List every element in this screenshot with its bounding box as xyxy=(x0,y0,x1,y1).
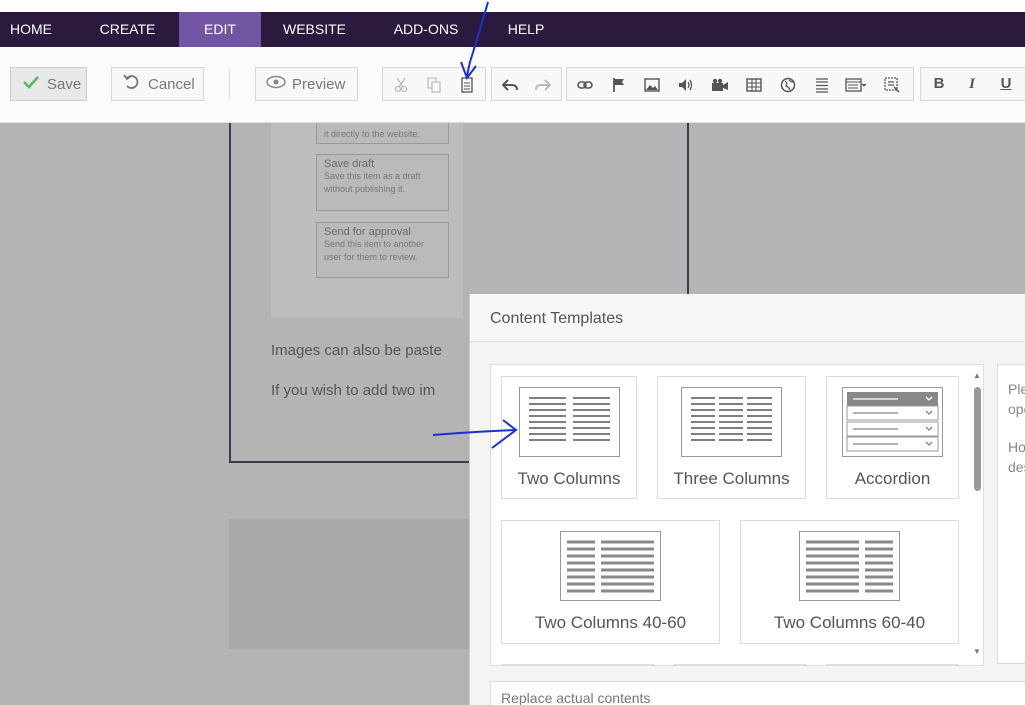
check-icon xyxy=(21,75,41,93)
tab-create[interactable]: CREATE xyxy=(76,12,179,47)
bold-button[interactable]: B xyxy=(924,68,954,100)
bg-card-send-approval: Send for approval Send this item to anot… xyxy=(316,222,449,278)
bg-card-desc: user for them to review. xyxy=(324,252,418,262)
tab-website[interactable]: WEBSITE xyxy=(261,12,368,47)
italic-button[interactable]: I xyxy=(957,68,987,100)
two-columns-60-40-thumbnail xyxy=(799,531,900,601)
desc-text: des xyxy=(1008,459,1025,475)
format-group: B I U xyxy=(920,67,1025,101)
accordion-thumbnail xyxy=(842,387,943,457)
template-list: Two Columns Three Columns Accordion Two … xyxy=(490,364,984,666)
main-nav: HOME CREATE EDIT WEBSITE ADD-ONS HELP xyxy=(0,12,1025,47)
history-group xyxy=(491,67,562,101)
tab-home[interactable]: HOME xyxy=(0,12,76,47)
bg-paragraph: If you wish to add two im xyxy=(271,382,436,399)
desc-text: Ho xyxy=(1008,439,1025,455)
cancel-label: Cancel xyxy=(148,75,195,93)
save-button[interactable]: Save xyxy=(10,67,87,101)
template-three-columns[interactable]: Three Columns xyxy=(657,376,806,499)
bg-card-title: Save draft xyxy=(324,158,375,170)
redo-arrow-icon[interactable] xyxy=(528,68,558,100)
globe-icon[interactable] xyxy=(773,68,803,100)
copy-icon[interactable] xyxy=(419,68,449,100)
template-label: Two Columns 60-40 xyxy=(773,613,926,632)
preview-button[interactable]: Preview xyxy=(255,67,358,101)
flag-icon[interactable] xyxy=(604,68,634,100)
desc-text: Ple xyxy=(1008,381,1025,397)
template-label: Accordion xyxy=(854,469,931,488)
embedded-screenshot xyxy=(271,123,463,318)
template-two-columns-40-60[interactable]: Two Columns 40-60 xyxy=(501,520,720,644)
bg-block xyxy=(229,519,489,649)
template-list-scrollbar[interactable]: ▲ ▼ xyxy=(971,365,983,665)
tab-add-ons[interactable]: ADD-ONS xyxy=(368,12,484,47)
bg-paragraph: Images can also be paste xyxy=(271,342,442,359)
preview-label: Preview xyxy=(292,75,346,93)
template-description-pane: Ple ope Ho des xyxy=(997,364,1025,664)
audio-icon[interactable] xyxy=(671,68,701,100)
two-columns-40-60-thumbnail xyxy=(560,531,661,601)
template-two-columns[interactable]: Two Columns xyxy=(501,376,637,499)
bg-card-desc: it directly to the website. xyxy=(324,129,421,139)
bg-card-desc: Send this item to another xyxy=(324,239,425,249)
toolbar-separator xyxy=(229,69,230,99)
bg-card-desc: without publishing it. xyxy=(324,184,406,194)
template-label: Two Columns 40-60 xyxy=(534,613,687,632)
insert-group xyxy=(566,67,914,101)
cut-icon[interactable] xyxy=(386,68,416,100)
replace-contents-label: Replace actual contents xyxy=(501,690,651,705)
bg-card-title: Send for approval xyxy=(324,226,411,238)
scrollbar-thumb[interactable] xyxy=(974,387,981,491)
undo-icon xyxy=(122,73,142,95)
link-icon[interactable] xyxy=(570,68,600,100)
scroll-down-icon[interactable]: ▼ xyxy=(973,647,981,656)
template-partial[interactable] xyxy=(501,664,655,665)
content-templates-dialog: Content Templates Two Columns Three Colu… xyxy=(469,294,1025,705)
template-partial[interactable] xyxy=(826,664,959,665)
desc-text: ope xyxy=(1008,401,1025,417)
undo-arrow-icon[interactable] xyxy=(495,68,525,100)
tab-help[interactable]: HELP xyxy=(484,12,568,47)
scroll-up-icon[interactable]: ▲ xyxy=(973,371,981,380)
template-two-columns-60-40[interactable]: Two Columns 60-40 xyxy=(740,520,959,644)
bg-card-save-draft: Save draft Save this item as a draft wit… xyxy=(316,154,449,211)
tab-edit[interactable]: EDIT xyxy=(179,12,261,47)
editor-toolbar: Save Cancel Preview B I U xyxy=(0,47,1025,123)
templates-icon[interactable] xyxy=(452,68,482,100)
video-icon[interactable] xyxy=(705,68,735,100)
bg-card-publish: it directly to the website. xyxy=(316,123,449,144)
template-label: Three Columns xyxy=(673,469,790,488)
dialog-title: Content Templates xyxy=(470,294,1025,342)
template-partial[interactable] xyxy=(673,664,807,665)
underline-button[interactable]: U xyxy=(991,68,1021,100)
clipboard-group xyxy=(382,67,486,101)
table-icon[interactable] xyxy=(739,68,769,100)
bg-card-desc: Save this item as a draft xyxy=(324,171,421,181)
save-label: Save xyxy=(47,75,82,93)
eye-icon xyxy=(266,75,286,93)
three-columns-thumbnail xyxy=(681,387,782,457)
widget-icon[interactable] xyxy=(877,68,907,100)
top-strip xyxy=(0,0,1025,12)
cancel-button[interactable]: Cancel xyxy=(111,67,204,101)
template-accordion[interactable]: Accordion xyxy=(826,376,959,499)
replace-contents-option[interactable]: Replace actual contents xyxy=(490,681,1025,705)
image-icon[interactable] xyxy=(637,68,667,100)
horizontal-rule-icon[interactable] xyxy=(807,68,837,100)
template-label: Two Columns xyxy=(517,469,621,488)
two-columns-thumbnail xyxy=(519,387,620,457)
form-dropdown-icon[interactable] xyxy=(841,68,871,100)
